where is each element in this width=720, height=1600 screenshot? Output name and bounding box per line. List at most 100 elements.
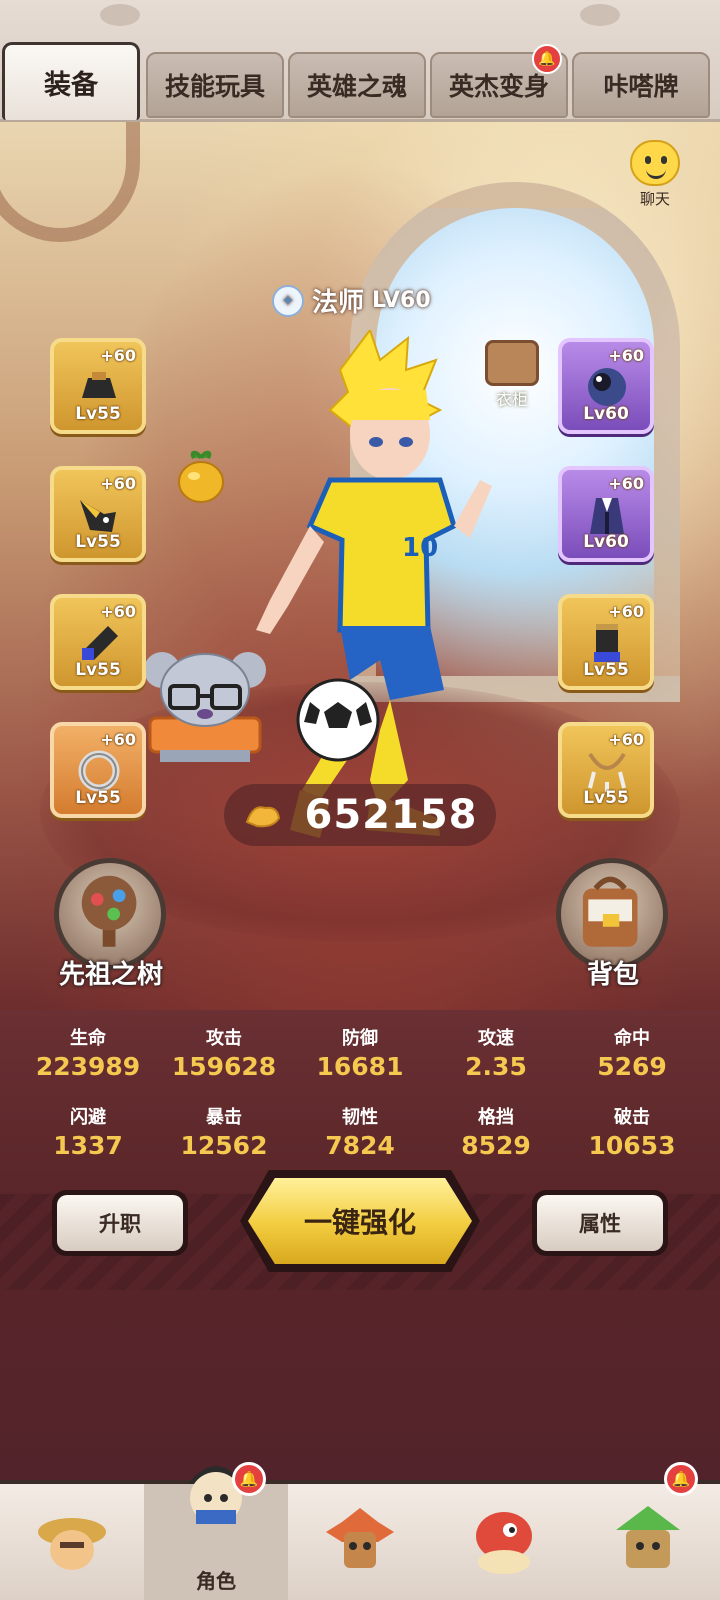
nav-item-totem[interactable] xyxy=(288,1484,432,1600)
tab-label: 装备 xyxy=(44,70,98,101)
item-level: Lv60 xyxy=(583,532,629,552)
tab-hero-soul[interactable]: 英雄之魂 xyxy=(288,52,426,118)
enhance-all-label: 一键强化 xyxy=(303,1206,416,1239)
stat-value: 5269 xyxy=(597,1052,667,1081)
svg-text:10: 10 xyxy=(402,533,438,563)
tab-label: 英雄之魂 xyxy=(306,72,407,101)
tab-skill-toys[interactable]: 技能玩具 xyxy=(146,52,284,118)
nav-item-green-totem[interactable]: 🔔 xyxy=(576,1462,720,1600)
golden-fruit-icon xyxy=(178,450,224,503)
backpack-glyph xyxy=(582,876,638,947)
stat-value: 12562 xyxy=(180,1131,268,1160)
stat-hp: 生命 223989 xyxy=(20,1024,156,1081)
stat-name: 命中 xyxy=(614,1028,650,1049)
equip-slot-hat[interactable]: +60 Lv55 xyxy=(50,338,146,434)
enhance-level: +60 xyxy=(100,474,136,493)
window-decor xyxy=(0,122,140,242)
tab-transform[interactable]: 英杰变身 🔔 xyxy=(430,44,568,118)
nav-item-dino[interactable] xyxy=(432,1484,576,1600)
stat-name: 韧性 xyxy=(342,1107,378,1128)
stat-name: 暴击 xyxy=(206,1107,242,1128)
stat-value: 10653 xyxy=(588,1131,676,1160)
attributes-button[interactable]: 属性 xyxy=(532,1190,668,1256)
stat-name: 闪避 xyxy=(70,1107,106,1128)
green-totem-character-icon xyxy=(616,1506,680,1568)
equip-slot-boots[interactable]: +60 Lv55 xyxy=(558,594,654,690)
promote-label: 升职 xyxy=(99,1212,141,1236)
combat-power-value: 652158 xyxy=(304,792,478,838)
stat-block: 格挡 8529 xyxy=(428,1103,564,1160)
stat-grid: 生命 223989 攻击 159628 防御 16681 攻速 2.35 命中 5269 … xyxy=(20,1024,700,1160)
tab-label: 英杰变身 xyxy=(448,72,549,101)
enhance-level: +60 xyxy=(608,730,644,749)
bottom-nav: 🔔 角色 🔔 xyxy=(0,1462,720,1600)
stat-value: 16681 xyxy=(316,1052,404,1081)
tree-glyph xyxy=(81,875,137,947)
combat-power: 652158 xyxy=(224,784,496,846)
equip-slot-helmet[interactable]: +60 Lv55 xyxy=(50,466,146,562)
stat-dodge: 闪避 1337 xyxy=(20,1103,156,1160)
backpack-label: 背包 xyxy=(586,960,639,990)
stat-crit: 暴击 12562 xyxy=(156,1103,292,1160)
hero-level: LV60 xyxy=(372,288,431,313)
stat-accuracy: 命中 5269 xyxy=(564,1024,700,1081)
notification-bell-icon: 🔔 xyxy=(664,1462,698,1496)
decor-stone xyxy=(580,4,620,26)
stat-value: 159628 xyxy=(171,1052,277,1081)
ancestor-tree-button[interactable]: 先祖之树 xyxy=(46,858,176,990)
stat-name: 攻速 xyxy=(478,1028,514,1049)
smiley-chat-icon xyxy=(630,140,680,186)
stat-value: 1337 xyxy=(53,1131,123,1160)
stat-defense: 防御 16681 xyxy=(292,1024,428,1081)
notification-bell-icon: 🔔 xyxy=(232,1462,266,1496)
nav-label: 角色 xyxy=(196,1569,236,1593)
enhance-all-button[interactable]: 一键强化 xyxy=(240,1170,480,1272)
equip-slot-robe[interactable]: +60 Lv60 xyxy=(558,466,654,562)
tab-label: 咔嗒牌 xyxy=(603,72,679,101)
item-level: Lv60 xyxy=(583,404,629,424)
dino-character-icon xyxy=(476,1512,532,1574)
muscle-arm-icon xyxy=(245,806,280,828)
notification-bell-icon: 🔔 xyxy=(532,44,562,74)
stat-name: 攻击 xyxy=(206,1028,242,1049)
stat-name: 格挡 xyxy=(478,1107,514,1128)
item-level: Lv55 xyxy=(75,532,121,552)
item-level: Lv55 xyxy=(583,788,629,808)
chat-label: 聊天 xyxy=(639,190,670,208)
stats-panel: 生命 223989 攻击 159628 防御 16681 攻速 2.35 命中 5269 … xyxy=(0,1010,720,1480)
equip-slot-ring[interactable]: +60 Lv55 xyxy=(50,722,146,818)
enhance-level: +60 xyxy=(100,602,136,621)
stat-armor-break: 破击 10653 xyxy=(564,1103,700,1160)
item-level: Lv55 xyxy=(75,404,121,424)
stat-value: 223989 xyxy=(35,1052,141,1081)
equip-slot-amulet[interactable]: +60 Lv55 xyxy=(558,722,654,818)
enhance-level: +60 xyxy=(608,602,644,621)
promote-button[interactable]: 升职 xyxy=(52,1190,188,1256)
hero-class: 法师 xyxy=(312,288,365,318)
enhance-level: +60 xyxy=(608,346,644,365)
stat-attack: 攻击 159628 xyxy=(156,1024,292,1081)
nav-item-straw-hat[interactable] xyxy=(0,1484,144,1600)
stat-attack-speed: 攻速 2.35 xyxy=(428,1024,564,1081)
tab-cards[interactable]: 咔嗒牌 xyxy=(572,52,710,118)
item-level: Lv55 xyxy=(75,788,121,808)
enhance-level: +60 xyxy=(608,474,644,493)
stat-name: 生命 xyxy=(70,1028,106,1049)
tab-equipment[interactable]: 装备 xyxy=(2,42,140,120)
hero-class-level: ✦ 法师 LV60 xyxy=(272,282,431,319)
stat-name: 破击 xyxy=(614,1107,650,1128)
tab-list: 装备 技能玩具 英雄之魂 英杰变身 🔔 咔嗒牌 xyxy=(0,42,720,122)
stat-name: 防御 xyxy=(342,1028,378,1049)
nav-item-character[interactable]: 🔔 角色 xyxy=(144,1462,288,1600)
chat-button[interactable]: 聊天 xyxy=(620,140,690,210)
equip-slot-orb[interactable]: +60 Lv60 xyxy=(558,338,654,434)
backpack-button[interactable]: 背包 xyxy=(548,858,678,990)
enhance-level: +60 xyxy=(100,730,136,749)
item-level: Lv55 xyxy=(583,660,629,680)
totem-character-icon xyxy=(326,1508,394,1568)
ancestor-tree-label: 先祖之树 xyxy=(58,960,163,990)
item-level: Lv55 xyxy=(75,660,121,680)
top-tab-bar: 装备 技能玩具 英雄之魂 英杰变身 🔔 咔嗒牌 xyxy=(0,0,720,122)
stat-value: 7824 xyxy=(325,1131,395,1160)
equip-slot-bracer[interactable]: +60 Lv55 xyxy=(50,594,146,690)
